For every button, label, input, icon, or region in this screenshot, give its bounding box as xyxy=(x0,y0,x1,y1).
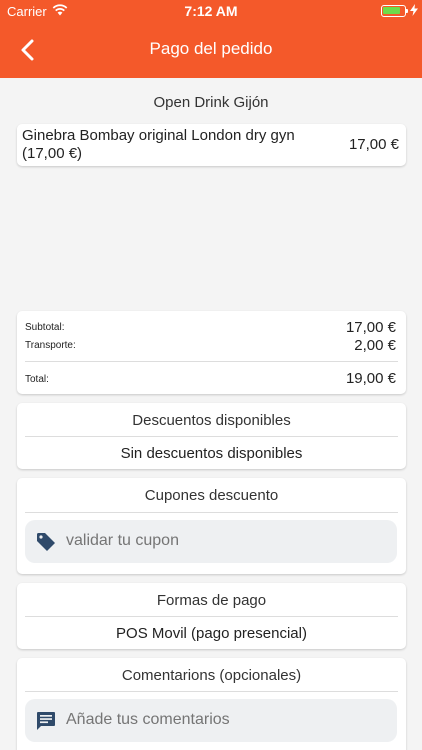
totals-divider xyxy=(25,361,398,362)
comments-divider xyxy=(25,691,398,692)
comments-title: Comentarions (opcionales) xyxy=(121,667,302,684)
tag-icon xyxy=(37,533,55,551)
total-label: Total: xyxy=(25,374,49,385)
store-name: Open Drink Gijón xyxy=(153,94,269,111)
comments-field[interactable] xyxy=(25,699,397,742)
battery-icon xyxy=(381,5,406,17)
discounts-card: Descuentos disponibles Sin descuentos di… xyxy=(17,403,406,469)
coupons-card: Cupones descuento xyxy=(17,478,406,574)
discounts-divider xyxy=(25,436,398,437)
order-item-price: 17,00 € xyxy=(348,136,399,153)
coupon-field[interactable] xyxy=(25,520,397,563)
comments-card: Comentarions (opcionales) xyxy=(17,658,406,750)
total-value: 19,00 € xyxy=(345,370,396,387)
navigation-bar: Pago del pedido xyxy=(0,22,422,78)
payment-divider xyxy=(25,616,398,617)
battery-level xyxy=(383,7,400,14)
payment-title: Formas de pago xyxy=(156,592,267,609)
discounts-value[interactable]: Sin descuentos disponibles xyxy=(17,445,406,462)
discounts-title: Descuentos disponibles xyxy=(132,412,291,429)
charging-bolt-icon xyxy=(410,4,418,16)
order-item-card: Ginebra Bombay original London dry gyn (… xyxy=(17,124,406,166)
subtotal-label: Subtotal: xyxy=(25,322,65,333)
payment-method[interactable]: POS Movil (pago presencial) xyxy=(17,625,406,642)
coupons-title: Cupones descuento xyxy=(144,487,279,504)
battery-tip xyxy=(406,9,408,13)
totals-card: Subtotal: 17,00 € Transporte: 2,00 € Tot… xyxy=(17,311,406,394)
comments-input[interactable] xyxy=(66,711,386,729)
page-title: Pago del pedido xyxy=(149,39,273,58)
shipping-value: 2,00 € xyxy=(354,337,396,354)
status-bar: Carrier 7:12 AM xyxy=(0,0,422,22)
shipping-label: Transporte: xyxy=(25,340,76,351)
coupons-divider xyxy=(25,512,398,513)
order-item-name: Ginebra Bombay original London dry gyn (… xyxy=(22,127,295,162)
comment-icon xyxy=(37,712,55,730)
payment-card: Formas de pago POS Movil (pago presencia… xyxy=(17,583,406,649)
coupon-input[interactable] xyxy=(66,532,386,550)
clock: 7:12 AM xyxy=(184,3,238,19)
subtotal-value: 17,00 € xyxy=(345,319,396,336)
